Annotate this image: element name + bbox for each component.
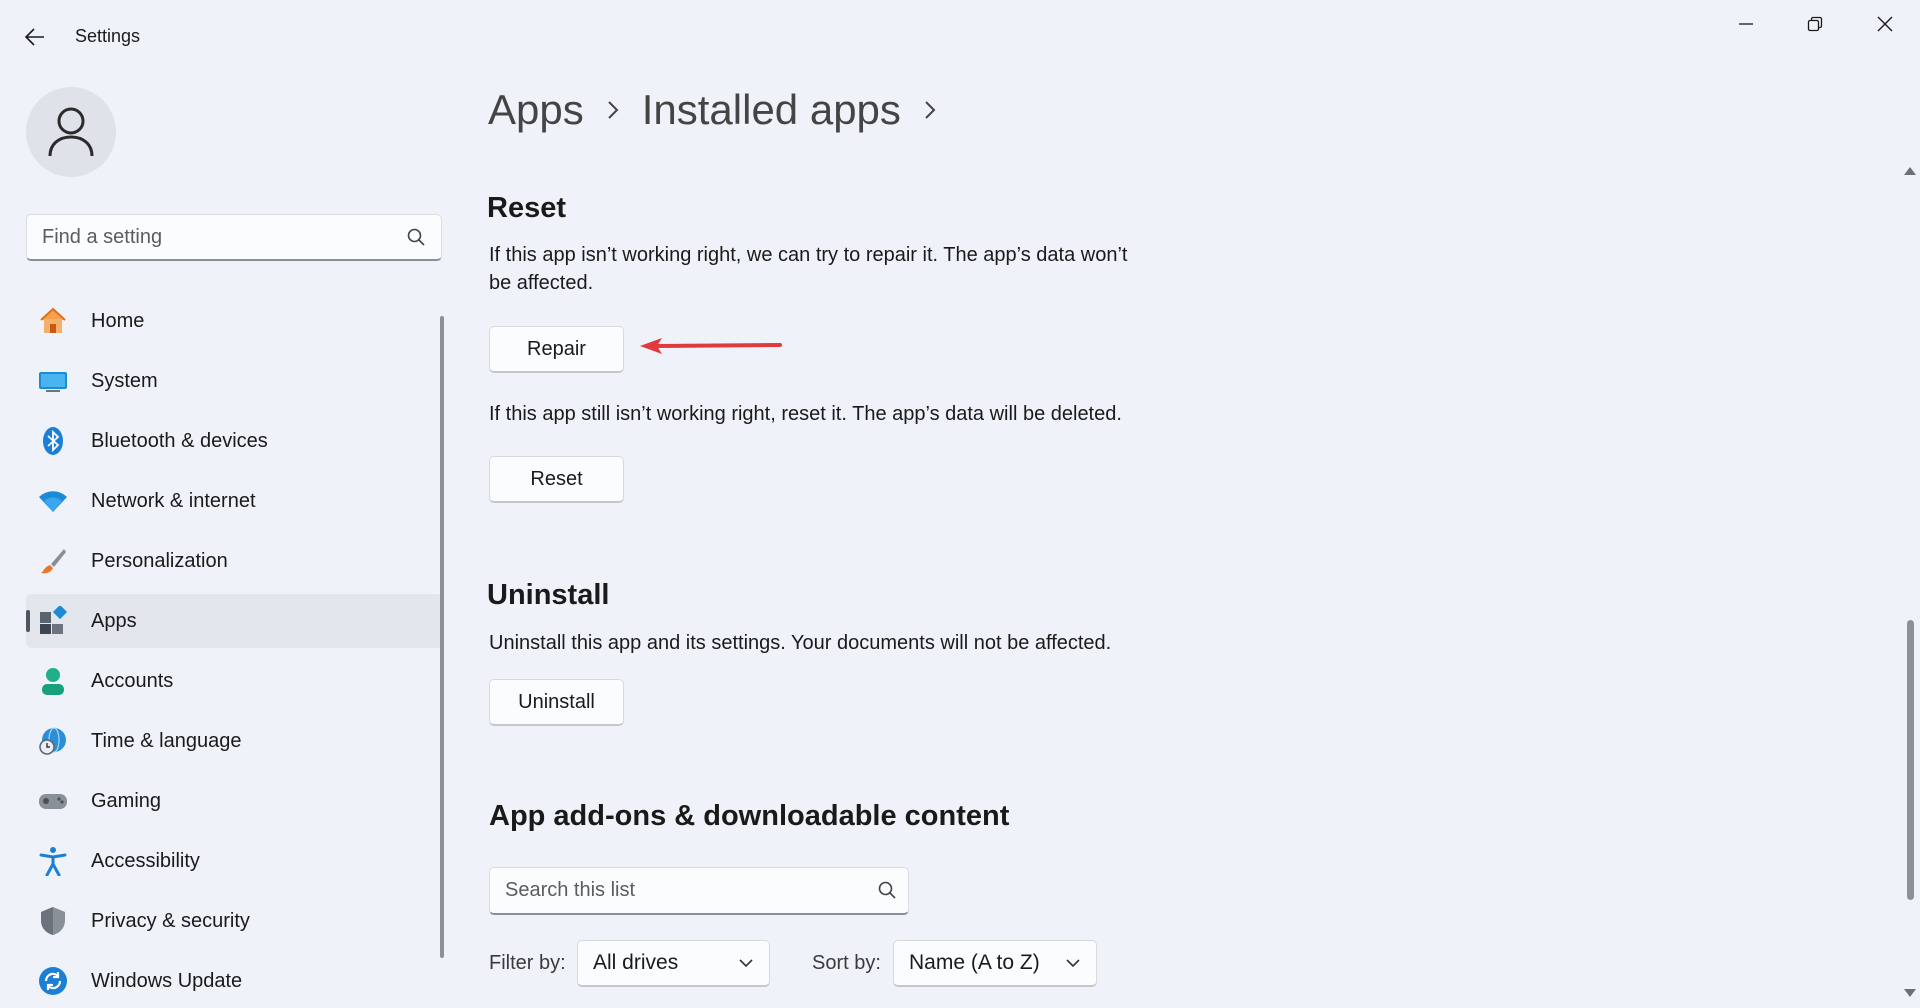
sidebar-item-label: Home (91, 309, 145, 332)
app-title: Settings (75, 26, 141, 46)
uninstall-description: Uninstall this app and its settings. You… (489, 632, 1112, 654)
main-scrollbar-thumb[interactable] (1907, 620, 1914, 900)
sidebar-item-gaming[interactable]: Gaming (26, 774, 442, 828)
sidebar-nav: Home System Bluetooth & devices Network … (26, 294, 442, 1008)
back-arrow-icon (25, 28, 44, 46)
filter-dropdown[interactable]: All drives (577, 940, 770, 987)
repair-button[interactable]: Repair (489, 326, 624, 373)
minimize-icon (1739, 23, 1753, 25)
update-icon (39, 967, 67, 995)
sidebar-item-label: Windows Update (91, 969, 243, 992)
addons-section-title: App add-ons & downloadable content (489, 800, 1010, 832)
gamepad-icon (39, 794, 67, 809)
find-setting-search[interactable] (26, 214, 442, 261)
close-icon (1877, 16, 1893, 32)
chevron-right-icon (923, 100, 937, 120)
sidebar-item-label: Personalization (91, 549, 228, 572)
sidebar-item-privacy-security[interactable]: Privacy & security (26, 894, 442, 948)
accessibility-icon (39, 847, 67, 876)
sidebar-item-label: Apps (91, 609, 137, 632)
restore-button[interactable] (1785, 8, 1845, 40)
sidebar-item-label: Accounts (91, 669, 174, 692)
paintbrush-icon (41, 549, 66, 574)
sidebar-item-network[interactable]: Network & internet (26, 474, 442, 528)
search-list-box[interactable] (489, 867, 909, 915)
filter-value: All drives (593, 951, 679, 974)
minimize-button[interactable] (1716, 8, 1776, 40)
reset-description: If this app still isn’t working right, r… (489, 403, 1122, 425)
sidebar-scrollbar[interactable] (440, 316, 444, 958)
sidebar-item-time-language[interactable]: Time & language (26, 714, 442, 768)
scroll-down-arrow-icon[interactable] (1903, 988, 1917, 998)
sidebar-item-label: Gaming (91, 789, 162, 812)
sidebar-item-accounts[interactable]: Accounts (26, 654, 442, 708)
settings-window: Settings Home System Bluetooth & devices (0, 0, 1920, 1008)
scroll-up-arrow-icon[interactable] (1903, 166, 1917, 176)
find-setting-input[interactable] (27, 215, 387, 259)
restore-icon (1807, 16, 1823, 32)
sort-dropdown[interactable]: Name (A to Z) (893, 940, 1097, 987)
system-icon (39, 372, 67, 392)
back-button[interactable] (18, 20, 52, 54)
reset-section-title: Reset (487, 192, 566, 224)
sidebar-item-label: Time & language (91, 729, 242, 752)
sidebar-item-personalization[interactable]: Personalization (26, 534, 442, 588)
sidebar-item-home[interactable]: Home (26, 294, 442, 348)
sidebar-item-label: Bluetooth & devices (91, 429, 268, 452)
wifi-icon (39, 491, 67, 512)
uninstall-button[interactable]: Uninstall (489, 679, 624, 726)
title-bar: Settings (0, 0, 1920, 72)
user-icon (48, 107, 94, 157)
chevron-right-icon (606, 100, 620, 120)
sidebar-item-accessibility[interactable]: Accessibility (26, 834, 442, 888)
filter-label: Filter by: (489, 952, 566, 974)
sidebar-item-label: Accessibility (91, 849, 200, 872)
sidebar-item-windows-update[interactable]: Windows Update (26, 954, 442, 1008)
sort-value: Name (A to Z) (909, 951, 1040, 974)
search-icon (878, 881, 896, 899)
breadcrumb: Apps Installed apps (488, 86, 959, 134)
chevron-down-icon (1066, 959, 1080, 968)
sidebar-item-label: System (91, 369, 158, 392)
repair-description: If this app isn’t working right, we can … (489, 244, 1128, 294)
home-icon (40, 307, 66, 333)
annotation-arrow (640, 338, 782, 354)
search-list-input[interactable] (490, 868, 850, 913)
shield-icon (41, 907, 65, 935)
apps-icon (40, 606, 68, 634)
accounts-icon (42, 668, 64, 695)
sidebar-item-system[interactable]: System (26, 354, 442, 408)
close-button[interactable] (1855, 8, 1915, 40)
breadcrumb-apps[interactable]: Apps (488, 86, 584, 134)
breadcrumb-installed-apps[interactable]: Installed apps (642, 86, 901, 134)
sidebar-item-apps[interactable]: Apps (26, 594, 442, 648)
search-icon (407, 228, 425, 246)
chevron-down-icon (739, 959, 753, 968)
reset-button[interactable]: Reset (489, 456, 624, 503)
bluetooth-icon (43, 427, 63, 455)
globe-clock-icon (39, 727, 66, 755)
uninstall-section-title: Uninstall (487, 579, 610, 611)
sidebar-item-label: Network & internet (91, 489, 256, 512)
sort-label: Sort by: (812, 952, 881, 974)
sidebar-item-bluetooth[interactable]: Bluetooth & devices (26, 414, 442, 468)
sidebar-item-label: Privacy & security (91, 909, 250, 932)
user-avatar[interactable] (26, 87, 116, 177)
